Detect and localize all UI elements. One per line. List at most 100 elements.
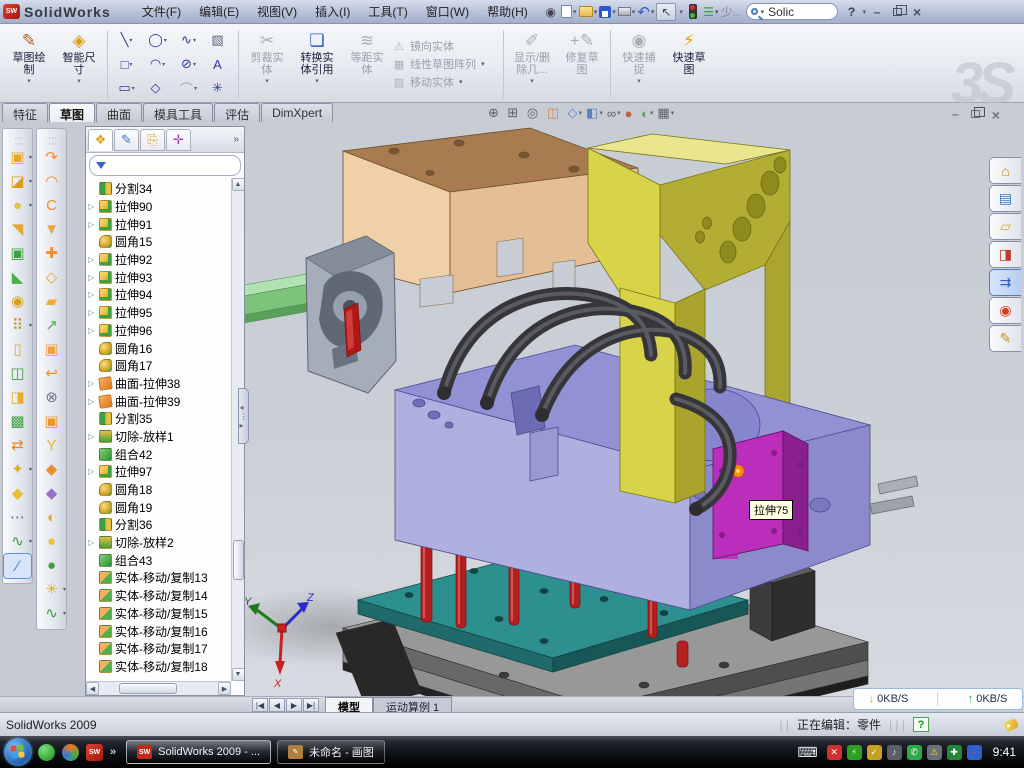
- toolbar-button[interactable]: ▣ ▾: [3, 241, 32, 265]
- feature-tree-item[interactable]: ▷ 拉伸91: [88, 215, 230, 233]
- print-button[interactable]: ▾: [618, 3, 636, 21]
- sketch-entity-button[interactable]: ∿ ▾: [173, 28, 204, 52]
- keyboard-layout-icon[interactable]: ⌨: [797, 744, 817, 761]
- manager-tab[interactable]: ⎘: [140, 129, 165, 151]
- tray-icon[interactable]: ✚: [947, 745, 962, 760]
- expand-arrow-icon[interactable]: ▷: [88, 397, 96, 406]
- tray-icon[interactable]: ✓: [867, 745, 882, 760]
- new-document-button[interactable]: ▾: [561, 3, 577, 21]
- expand-arrow-icon[interactable]: ▷: [88, 308, 96, 317]
- feature-tree-item[interactable]: ▷ 拉伸97: [88, 463, 230, 481]
- toolbar-button[interactable]: ▼ ▾: [37, 217, 66, 241]
- expand-arrow-icon[interactable]: ▷: [88, 538, 96, 547]
- toolbar-button[interactable]: ◆ ▾: [37, 457, 66, 481]
- solidworks-quicklaunch-icon[interactable]: SW: [86, 744, 103, 761]
- sketch-entity-button[interactable]: A ▾: [204, 52, 235, 76]
- menu-item[interactable]: 视图(V): [248, 1, 306, 22]
- command-tab[interactable]: DimXpert: [261, 103, 333, 122]
- toolbar-button[interactable]: ▯ ▾: [3, 337, 32, 361]
- sketch-entity-button[interactable]: ╲ ▾: [111, 28, 142, 52]
- sketch-entity-button[interactable]: ✳ ▾: [204, 76, 235, 100]
- expand-arrow-icon[interactable]: ▷: [88, 326, 96, 335]
- toolbar-button[interactable]: ▰ ▾: [37, 289, 66, 313]
- feature-tree-item[interactable]: ▷ 组合43: [88, 551, 230, 569]
- feature-tree-item[interactable]: ▷ 拉伸93: [88, 268, 230, 286]
- toolbar-button[interactable]: ↩ ▾: [37, 361, 66, 385]
- rebuild-icon[interactable]: [685, 3, 701, 21]
- tab-nav-button[interactable]: |◀: [252, 698, 268, 712]
- feature-tree-item[interactable]: ▷ 实体-移动/复制18: [88, 658, 230, 676]
- view-tool-button[interactable]: ⊞ ▾: [507, 105, 522, 121]
- tab-nav-button[interactable]: ▶: [286, 698, 302, 712]
- feature-tree-item[interactable]: ▷ 实体-移动/复制17: [88, 640, 230, 658]
- panel-splitter-handle[interactable]: ◂⋮▸: [238, 388, 249, 444]
- view-tool-button[interactable]: ⊕ ▾: [488, 105, 503, 121]
- scroll-down-button[interactable]: ▼: [232, 668, 245, 681]
- doc-close-button[interactable]: ×: [992, 107, 1000, 123]
- toolbar-button[interactable]: ✚ ▾: [37, 241, 66, 265]
- menu-item[interactable]: 文件(F): [133, 1, 190, 22]
- sketch-entity-button[interactable]: ▧ ▾: [204, 28, 235, 52]
- command-tab[interactable]: 曲面: [96, 103, 142, 122]
- view-tool-button[interactable]: ∞ ▾: [607, 106, 621, 121]
- menu-item[interactable]: 窗口(W): [417, 1, 478, 22]
- vertical-scroll-thumb[interactable]: [233, 540, 244, 580]
- view-tool-button[interactable]: ◇ ▾: [568, 105, 583, 121]
- task-pane-tab[interactable]: ▱: [989, 213, 1021, 240]
- expand-arrow-icon[interactable]: ▷: [88, 432, 96, 441]
- sketch-entity-button[interactable]: ⊘ ▾: [173, 52, 204, 76]
- pin-icon[interactable]: ◉: [543, 3, 559, 21]
- feature-tree-item[interactable]: ▷ 切除-放样1: [88, 428, 230, 446]
- expand-arrow-icon[interactable]: ▷: [88, 379, 96, 388]
- feature-tree-item[interactable]: ▷ 拉伸96: [88, 322, 230, 340]
- view-tool-button[interactable]: ◫ ▾: [547, 105, 564, 121]
- messenger-icon[interactable]: [38, 744, 55, 761]
- toolbar-button[interactable]: ✳ ▾: [37, 577, 66, 601]
- toolbar-button[interactable]: ⠿ ▾: [3, 313, 32, 337]
- manager-tabs-overflow[interactable]: »: [233, 134, 242, 145]
- expand-arrow-icon[interactable]: ▷: [88, 290, 96, 299]
- feature-tree-item[interactable]: ▷ 圆角18: [88, 481, 230, 499]
- toolbar-button[interactable]: ● ▾: [37, 529, 66, 553]
- view-tool-button[interactable]: ◧ ▾: [586, 105, 603, 121]
- tray-icon[interactable]: ✆: [907, 745, 922, 760]
- expand-arrow-icon[interactable]: ▷: [88, 273, 96, 282]
- search-input[interactable]: ▾ Solic: [746, 3, 838, 20]
- sketch-entity-button[interactable]: ◇ ▾: [142, 76, 173, 100]
- toolbar-button[interactable]: ◣ ▾: [3, 265, 32, 289]
- taskbar-window-button[interactable]: ✎ 未命名 - 画图: [277, 740, 385, 764]
- toolbar-button[interactable]: ◇ ▾: [37, 265, 66, 289]
- select-dropdown[interactable]: ▾: [679, 8, 683, 16]
- sketch-button[interactable]: ✎ 草图绘 制▾: [4, 27, 54, 101]
- toolbar-button[interactable]: ◫ ▾: [3, 361, 32, 385]
- feature-tree-item[interactable]: ▷ 分割36: [88, 516, 230, 534]
- feature-tree-item[interactable]: ▷ 切除-放样2: [88, 534, 230, 552]
- toolbar-button[interactable]: ▣ ▾: [37, 409, 66, 433]
- tab-nav-button[interactable]: ◀: [269, 698, 285, 712]
- options-button[interactable]: ☰▾: [703, 3, 719, 21]
- menu-item[interactable]: 编辑(E): [190, 1, 248, 22]
- scroll-left-button[interactable]: ◀: [86, 682, 99, 695]
- media-ball-icon[interactable]: [62, 744, 79, 761]
- menu-item[interactable]: 帮助(H): [478, 1, 537, 22]
- command-tab[interactable]: 模具工具: [143, 103, 213, 122]
- expand-arrow-icon[interactable]: ▷: [88, 467, 96, 476]
- view-tool-button[interactable]: ◎ ▾: [527, 105, 543, 121]
- restore-button[interactable]: [888, 5, 906, 19]
- toolbar-button[interactable]: ● ▾: [37, 553, 66, 577]
- 3d-model-view[interactable]: Y Z X: [244, 103, 1024, 696]
- scroll-right-button[interactable]: ▶: [218, 682, 231, 695]
- view-tool-button[interactable]: ◐ ▾: [641, 106, 653, 121]
- taskbar-clock[interactable]: 9:41: [993, 745, 1016, 759]
- toolbar-button[interactable]: ◥ ▾: [3, 217, 32, 241]
- menu-item[interactable]: 插入(I): [306, 1, 359, 22]
- save-button[interactable]: ▾: [599, 3, 616, 21]
- toolbar-button[interactable]: ✦ ▾: [3, 457, 32, 481]
- sketch-entity-button[interactable]: ▭ ▾: [111, 76, 142, 100]
- toolbar-button[interactable]: ◐ ▾: [37, 505, 66, 529]
- menu-item[interactable]: 工具(T): [359, 1, 416, 22]
- toolbar-button[interactable]: ● ▾: [3, 193, 32, 217]
- toolbar-button[interactable]: Y ▾: [37, 433, 66, 457]
- command-tab[interactable]: 特征: [2, 103, 48, 122]
- feature-tree-item[interactable]: ▷ 拉伸95: [88, 304, 230, 322]
